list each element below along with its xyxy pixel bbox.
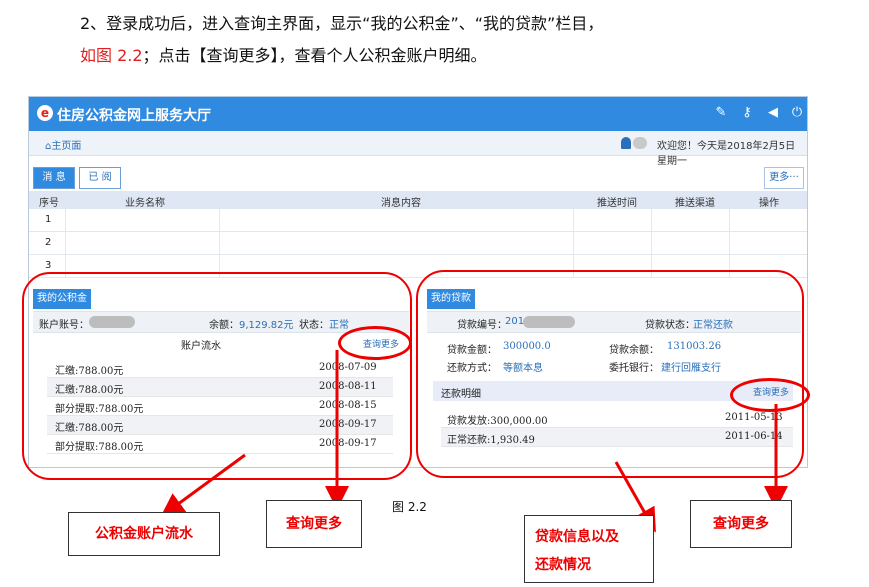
callout-query-more-2: 查询更多 bbox=[690, 500, 792, 548]
callout-loan-info: 贷款信息以及 还款情况 bbox=[524, 515, 654, 583]
arrow-fund-flow bbox=[160, 453, 246, 518]
figure-caption: 图 2.2 bbox=[392, 500, 427, 514]
callout-loan-info-line2: 还款情况 bbox=[535, 557, 591, 573]
annotation-arrows bbox=[160, 350, 788, 533]
arrow-loan-info bbox=[614, 461, 656, 533]
callout-loan-info-line1: 贷款信息以及 bbox=[535, 529, 619, 545]
callout-query-more-1: 查询更多 bbox=[266, 500, 362, 548]
callout-fund-flow: 公积金账户流水 bbox=[68, 512, 220, 556]
